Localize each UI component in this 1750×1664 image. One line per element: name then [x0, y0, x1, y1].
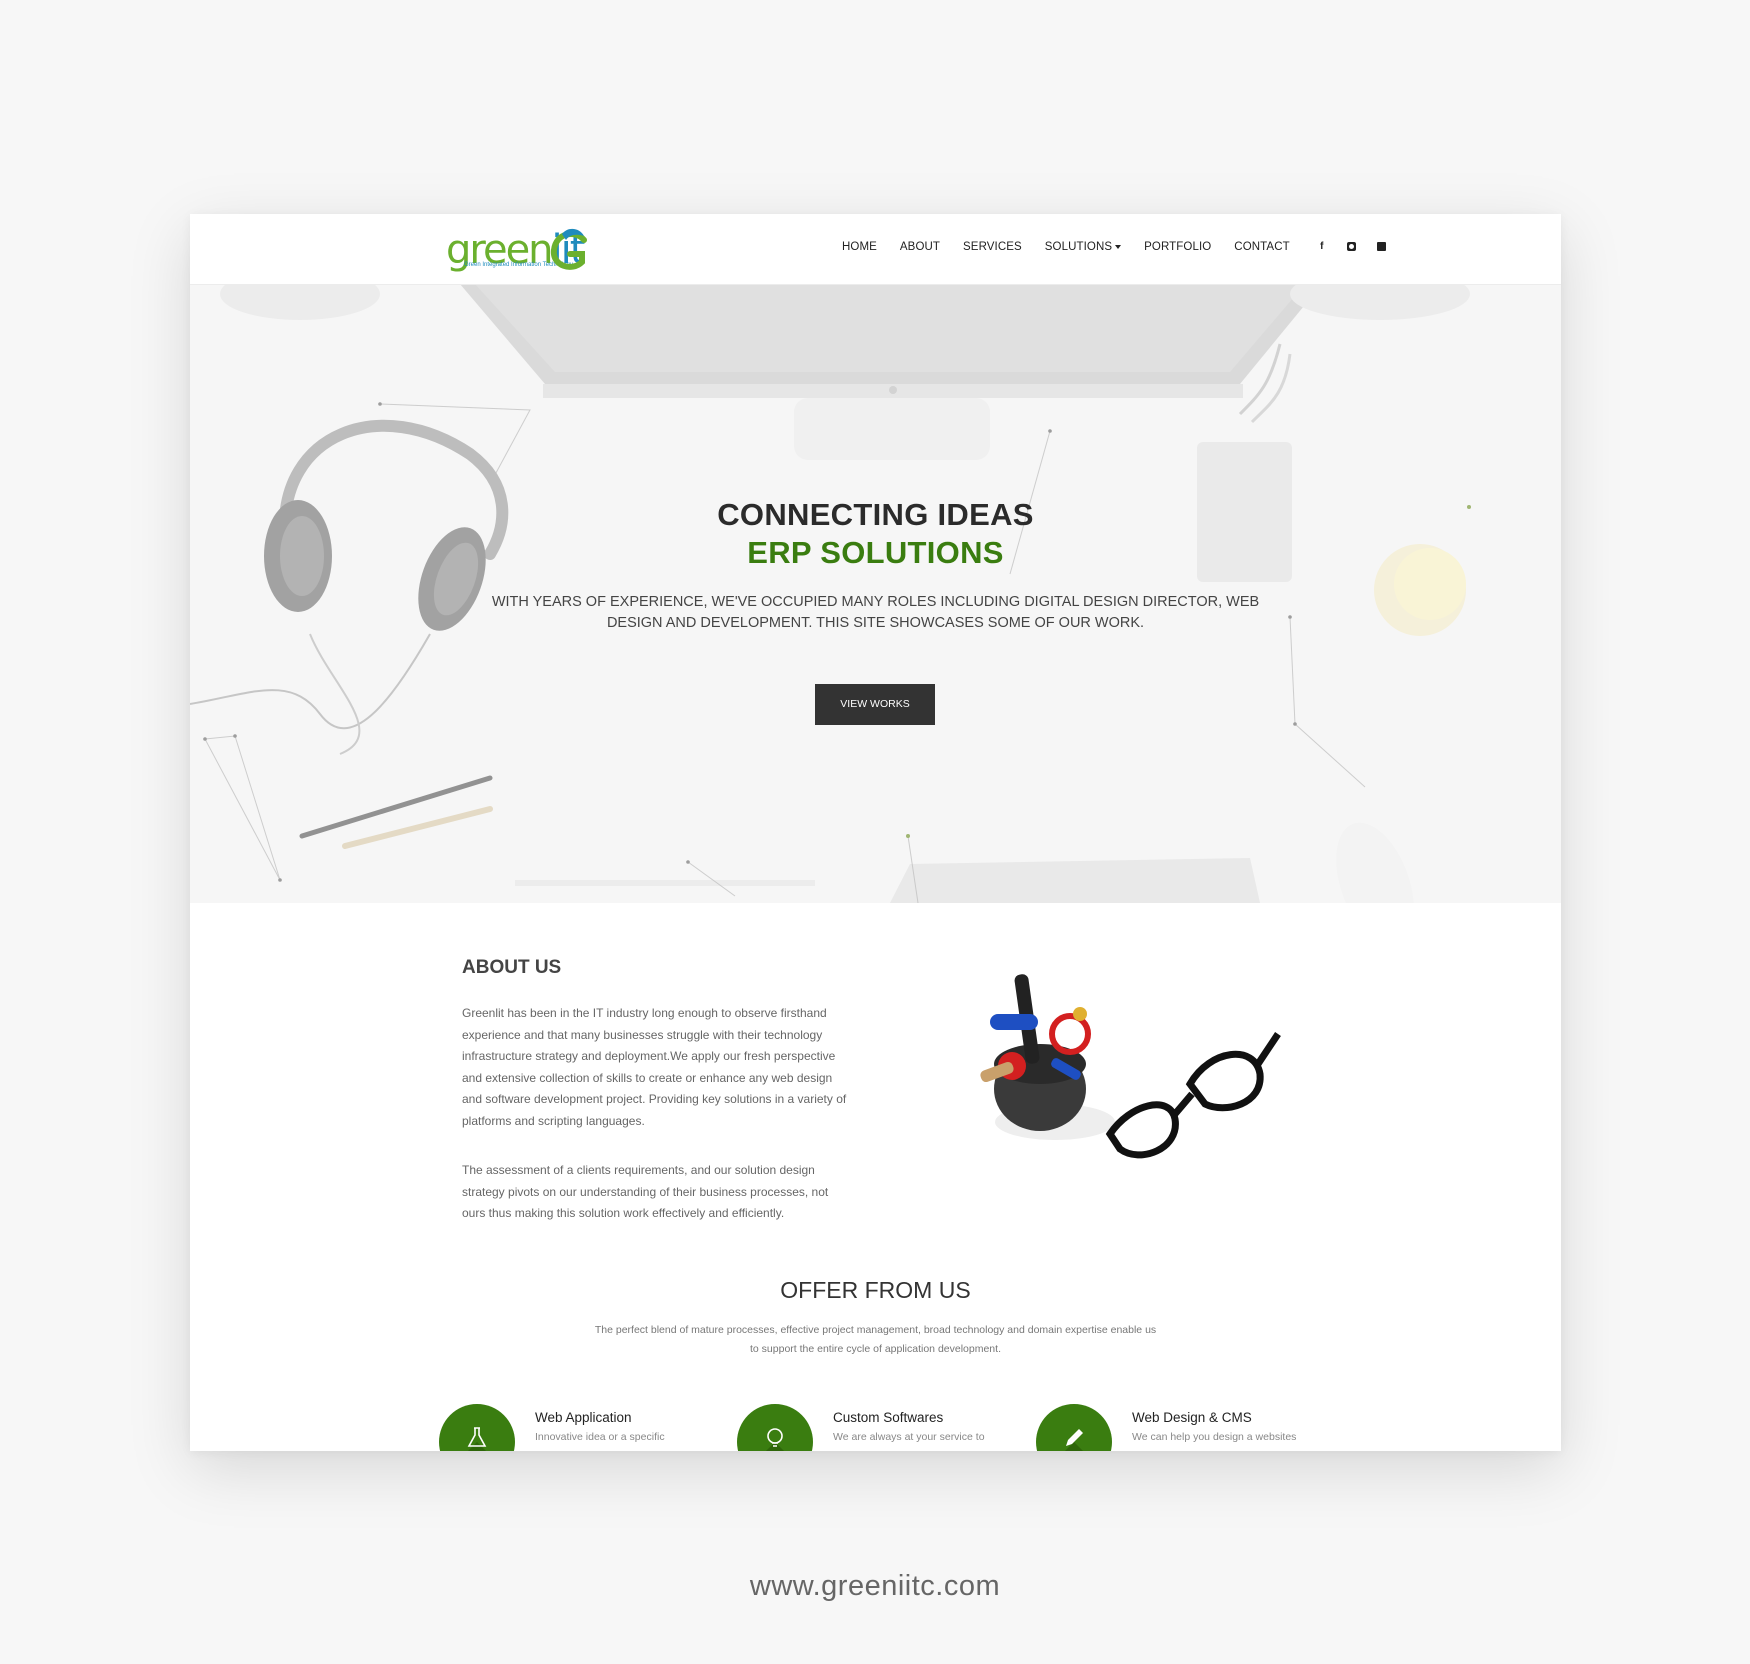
navbar: greeniit Green Integrated Information Te… — [190, 214, 1561, 285]
view-works-button[interactable]: VIEW WORKS — [815, 684, 935, 725]
website-url: www.greeniitc.com — [749, 1570, 1001, 1602]
menu-contact[interactable]: CONTACT — [1234, 241, 1289, 253]
logo[interactable]: greeniit Green Integrated Information Te… — [446, 226, 596, 276]
menu-solutions[interactable]: SOLUTIONS — [1044, 241, 1122, 253]
about-title: ABOUT US — [462, 957, 562, 978]
menu-home[interactable]: HOME — [842, 241, 877, 253]
service-name: Web Design & CMS — [1132, 1410, 1252, 1425]
menu-services[interactable]: SERVICES — [963, 241, 1022, 253]
service-custom-softwares[interactable]: Custom Softwares We are always at your s… — [737, 1404, 1037, 1451]
service-name: Custom Softwares — [833, 1410, 944, 1425]
pencil-icon — [1066, 1429, 1083, 1446]
menu-solutions-label: SOLUTIONS — [1044, 241, 1113, 253]
service-description: We are always at your service to — [833, 1431, 985, 1443]
hero-subtitle-green: ERP SOLUTIONS — [747, 535, 1004, 570]
about-paragraph-1: Greenlit has been in the IT industry lon… — [462, 1006, 847, 1128]
service-web-design-cms[interactable]: Web Design & CMS We can help you design … — [1036, 1404, 1336, 1451]
lightbulb-icon — [767, 1428, 783, 1447]
hero-description: WITH YEARS OF EXPERIENCE, WE'VE OCCUPIED… — [491, 594, 1260, 631]
hero-section: CONNECTING IDEAS ERP SOLUTIONS WITH YEAR… — [190, 284, 1561, 903]
menu-about[interactable]: ABOUT — [900, 241, 940, 253]
service-description: We can help you design a websites — [1132, 1431, 1297, 1443]
service-description: Innovative idea or a specific — [535, 1431, 665, 1443]
about-paragraph-2: The assessment of a clients requirements… — [462, 1163, 829, 1220]
pencil-cup-and-glasses-image — [980, 974, 1281, 1159]
flask-icon — [467, 1427, 487, 1447]
offer-subtitle: The perfect blend of mature processes, e… — [594, 1324, 1157, 1355]
offer-title: OFFER FROM US — [780, 1277, 971, 1303]
instagram-icon[interactable] — [1345, 240, 1359, 254]
menu-portfolio[interactable]: PORTFOLIO — [1144, 241, 1211, 253]
caret-down-icon — [1115, 244, 1122, 249]
logo-g-mark-icon — [550, 228, 587, 270]
website-frame: greeniit Green Integrated Information Te… — [190, 214, 1561, 1451]
service-web-application[interactable]: Web Application Innovative idea or a spe… — [439, 1404, 739, 1451]
linkedin-icon[interactable] — [1375, 240, 1389, 254]
hero-title: CONNECTING IDEAS — [717, 497, 1034, 532]
facebook-icon[interactable]: f — [1315, 240, 1329, 254]
service-name: Web Application — [535, 1410, 632, 1425]
main-menu: HOME ABOUT SERVICES SOLUTIONS PORTFOLIO … — [842, 240, 1405, 254]
social-links: f — [1315, 240, 1405, 254]
